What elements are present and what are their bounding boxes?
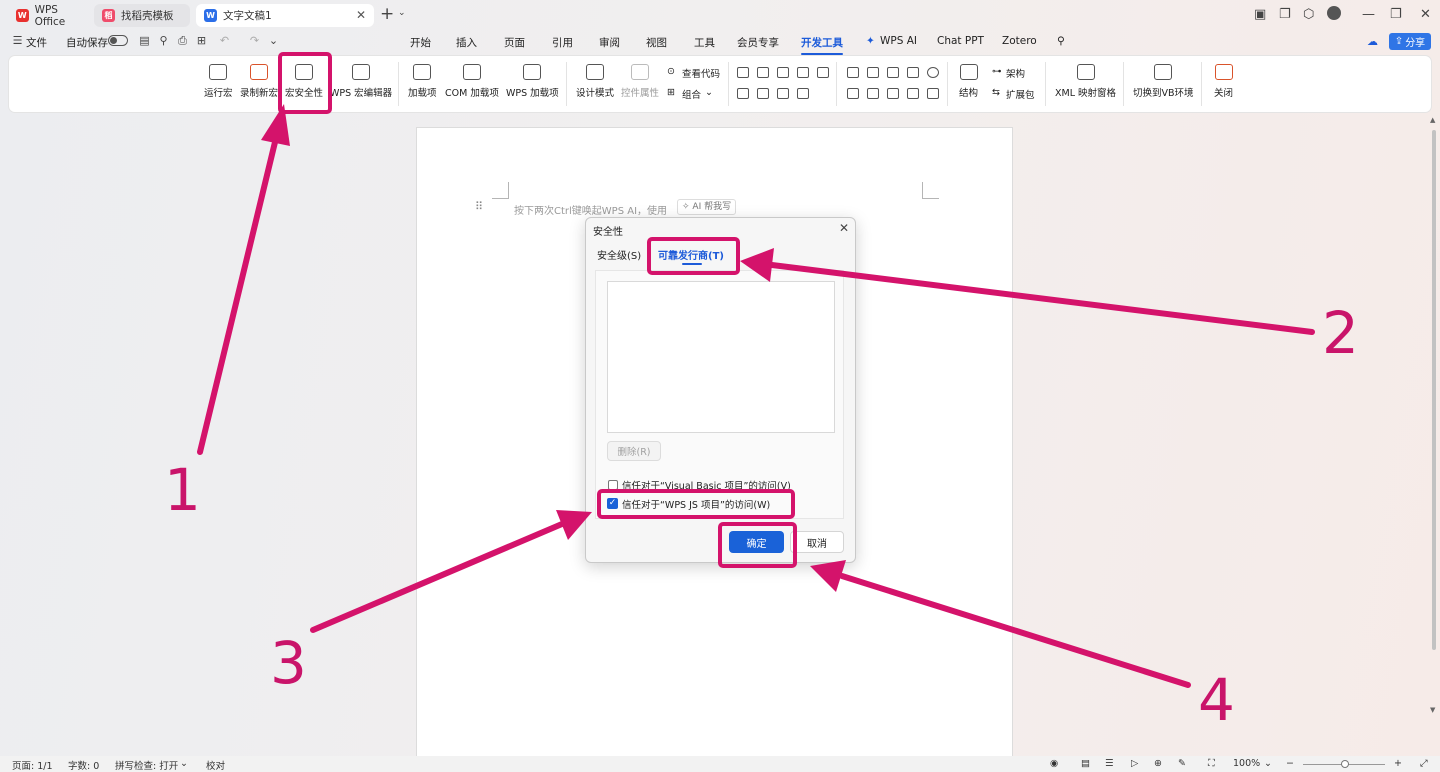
arrow-3-shaft — [310, 521, 565, 633]
annotation-number-1: 1 — [164, 456, 201, 524]
arrow-1-shaft — [197, 135, 279, 455]
annotation-number-3: 3 — [270, 629, 307, 697]
arrow-4-shaft — [839, 573, 1191, 688]
arrow-1-head — [261, 104, 290, 146]
annotation-number-4: 4 — [1198, 666, 1235, 734]
annotation-arrows — [197, 104, 1315, 688]
arrow-2-shaft — [769, 262, 1315, 335]
arrow-2-head — [740, 248, 774, 282]
arrow-4-head — [810, 560, 846, 592]
annotation-number-2: 2 — [1322, 299, 1359, 367]
